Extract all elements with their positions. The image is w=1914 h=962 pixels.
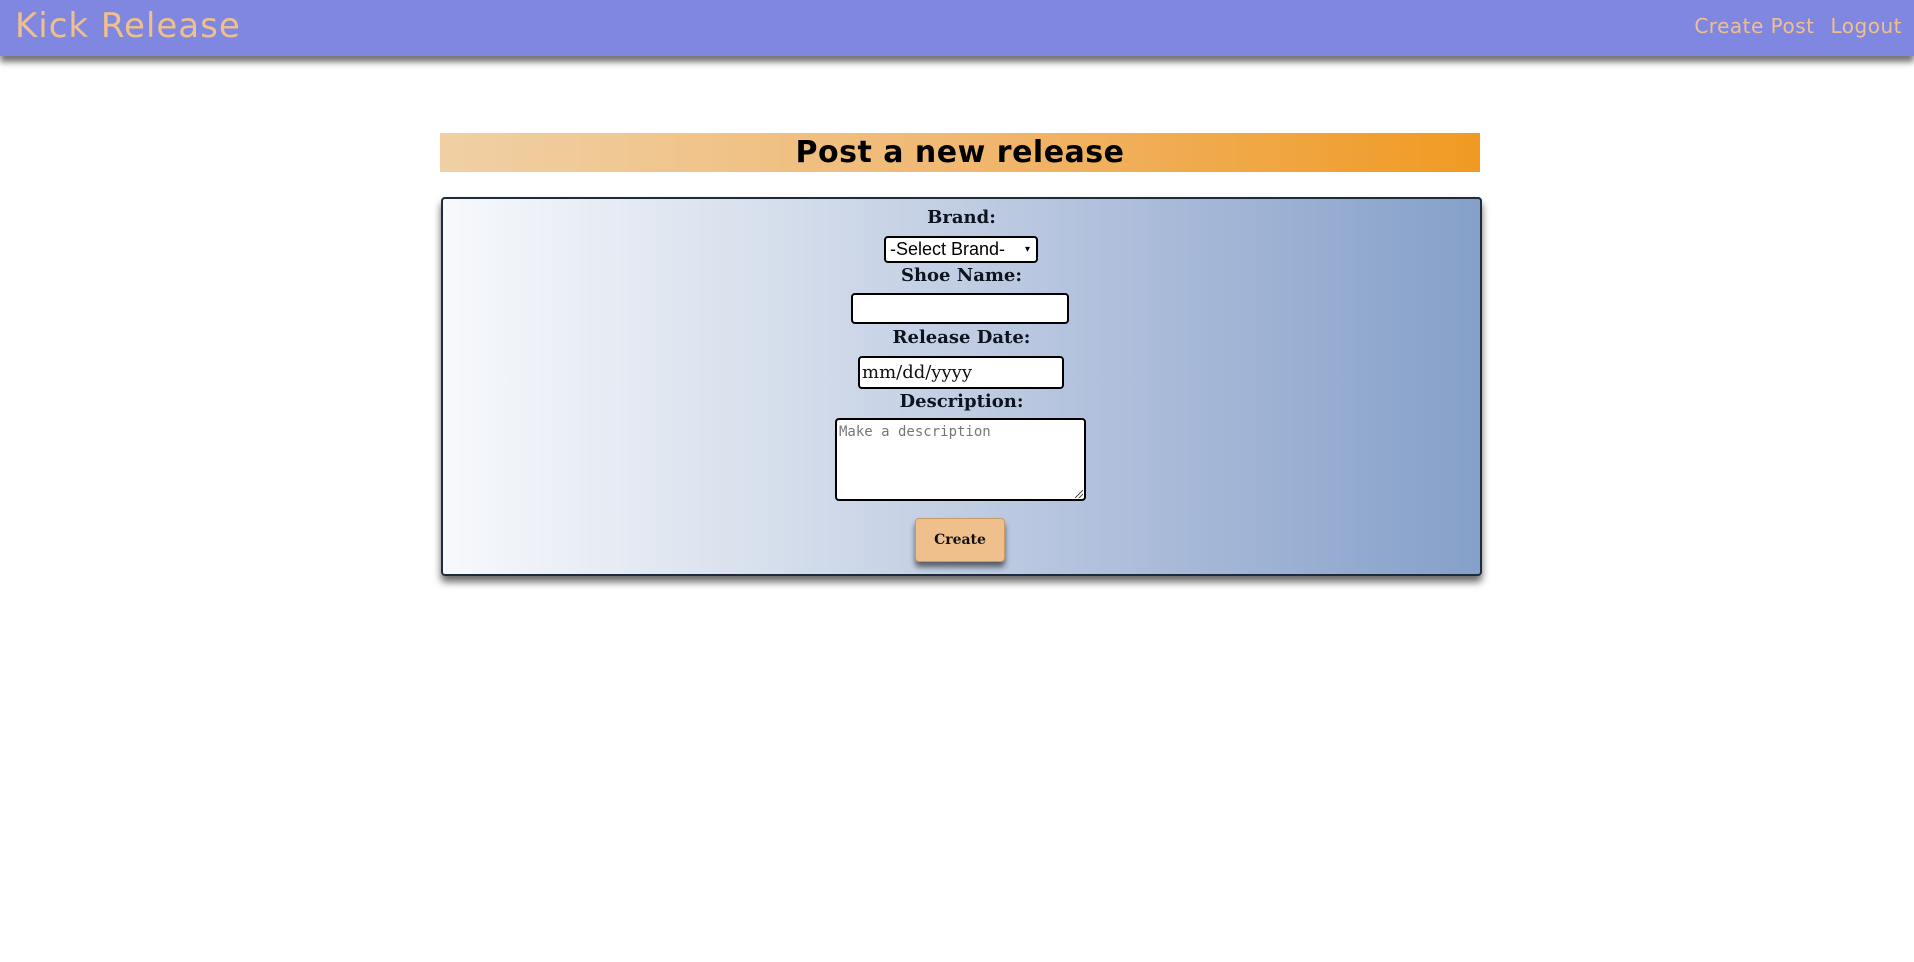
- new-release-form: Brand: -Select Brand- ▾ Shoe Name: Relea…: [441, 197, 1482, 576]
- release-date-input[interactable]: mm/dd/yyyy: [858, 356, 1064, 389]
- brand-label: Brand:: [927, 207, 996, 228]
- resize-handle-icon[interactable]: [1075, 490, 1083, 498]
- brand-select[interactable]: -Select Brand- ▾: [884, 236, 1038, 263]
- description-label: Description:: [899, 391, 1024, 412]
- shoe-name-input[interactable]: [851, 293, 1069, 324]
- shoe-name-label: Shoe Name:: [900, 265, 1023, 286]
- top-navbar: Kick Release Create Post Logout: [0, 0, 1914, 56]
- logout-link[interactable]: Logout: [1831, 14, 1902, 38]
- release-date-label: Release Date:: [892, 327, 1031, 348]
- chevron-down-icon: ▾: [1024, 244, 1030, 255]
- page-title: Post a new release: [440, 133, 1480, 172]
- description-placeholder: Make a description: [839, 424, 991, 440]
- create-button[interactable]: Create: [915, 518, 1005, 562]
- description-textarea[interactable]: Make a description: [835, 418, 1086, 501]
- brand-select-value: -Select Brand-: [890, 239, 1006, 259]
- release-date-placeholder: mm/dd/yyyy: [862, 362, 972, 383]
- nav-links: Create Post Logout: [1694, 14, 1902, 38]
- brand-logo-link[interactable]: Kick Release: [15, 6, 241, 46]
- create-post-link[interactable]: Create Post: [1694, 14, 1814, 38]
